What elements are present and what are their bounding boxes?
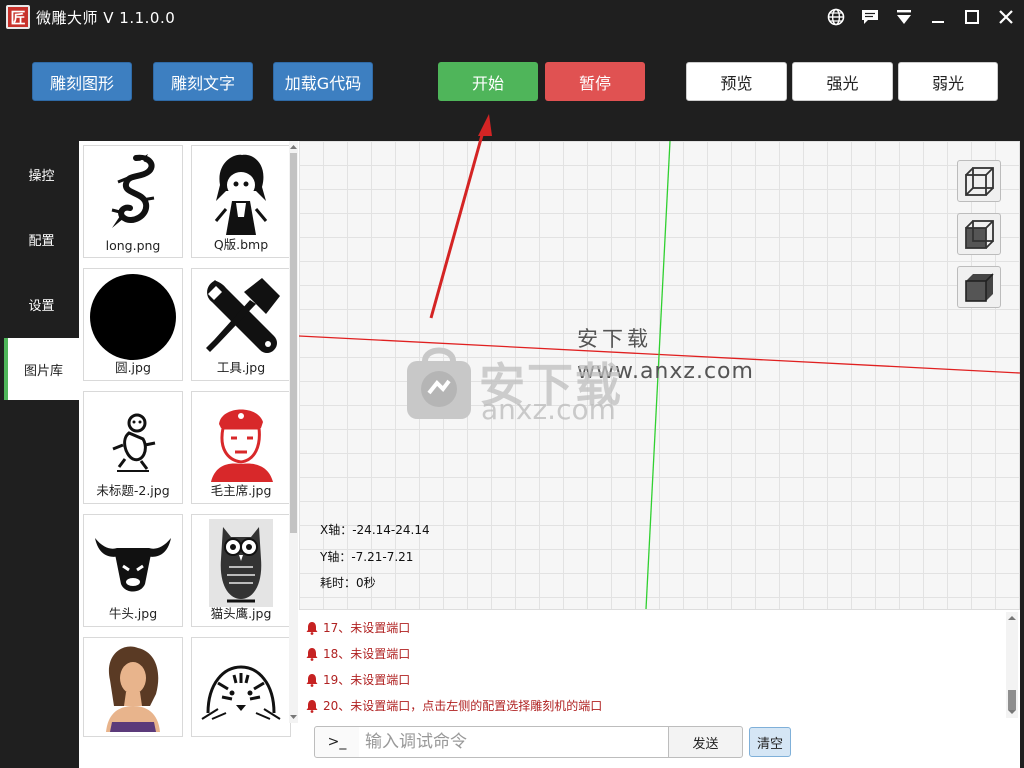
gallery-caption: 牛头.jpg [108,606,158,621]
terminal-prompt-icon: >_ [314,726,360,758]
bell-icon [306,673,318,687]
gallery-caption: Q版.bmp [213,237,269,252]
woman-photo-image [88,642,178,734]
send-button[interactable]: 发送 [668,726,743,758]
gallery-caption: 猫头鹰.jpg [210,606,272,621]
log-text: 19、未设置端口 [323,673,411,687]
window-title: 微雕大师 V 1.1.0.0 [36,8,176,27]
bell-icon [306,647,318,661]
clear-button[interactable]: 清空 [749,727,791,757]
tab-image-library[interactable]: 图片库 [4,338,79,400]
log-line: 20、未设置端口，点击左侧的配置选择雕刻机的端口 [305,697,602,714]
tools-image [196,273,286,361]
bull-head-image [88,519,178,607]
engraving-canvas[interactable]: 安下载 www.anxz.com 安下载 anxz.com [299,141,1020,609]
gallery-caption: 圆.jpg [115,360,151,375]
solid-cube-icon[interactable] [957,266,1001,308]
load-gcode-button[interactable]: 加载G代码 [273,62,373,101]
gallery-caption: 工具.jpg [216,360,266,375]
watermark-big-url: anxz.com [481,393,616,426]
gallery-item-portrait[interactable]: 毛主席.jpg [191,391,291,504]
weak-light-button[interactable]: 弱光 [898,62,998,101]
left-tab-bar: 操控 配置 设置 图片库 [0,141,79,768]
preview-button[interactable]: 预览 [686,62,787,101]
engrave-text-button[interactable]: 雕刻文字 [153,62,253,101]
dragon-image [88,150,178,238]
tiger-image [196,642,286,734]
log-text: 20、未设置端口，点击左侧的配置选择雕刻机的端口 [323,699,603,713]
wireframe-cube-icon[interactable] [957,160,1001,202]
gallery-item-untitled-2[interactable]: 未标题-2.jpg [83,391,183,504]
chat-icon[interactable] [858,5,882,29]
log-panel: 17、未设置端口 18、未设置端口 19、未设置端口 20、未设置端口，点击左侧… [299,609,1020,721]
log-text: 18、未设置端口 [323,647,411,661]
gallery-scrollbar[interactable] [289,141,298,723]
y-axis-range: Y轴：-7.21-7.21 [320,550,414,564]
circle-image [88,273,178,361]
strong-light-button[interactable]: 强光 [792,62,893,101]
gallery-item-owl[interactable]: 猫头鹰.jpg [191,514,291,627]
monkey-image [88,396,178,484]
pause-button[interactable]: 暂停 [545,62,645,101]
gallery-item-woman-photo[interactable] [83,637,183,737]
bell-icon [306,621,318,635]
elapsed-time: 耗时：0秒 [320,576,376,590]
app-logo: 匠 [6,5,30,29]
gallery-item-q-version[interactable]: Q版.bmp [191,145,291,258]
half-solid-cube-icon[interactable] [957,213,1001,255]
tab-config[interactable]: 配置 [4,208,79,270]
minimize-icon[interactable] [926,5,950,29]
dropdown-icon[interactable] [892,5,916,29]
log-scrollbar[interactable] [1006,612,1018,718]
gallery-item-tiger[interactable] [191,637,291,737]
log-text: 17、未设置端口 [323,621,411,635]
start-button[interactable]: 开始 [438,62,538,101]
gallery-item-long[interactable]: long.png [83,145,183,258]
engrave-shape-button[interactable]: 雕刻图形 [32,62,132,101]
image-gallery: long.png Q版.bmp 圆.jpg 工具.jpg 未标题-2.jpg 毛… [79,141,299,768]
tab-control[interactable]: 操控 [4,143,79,205]
log-line: 17、未设置端口 [305,619,410,636]
gallery-caption: 未标题-2.jpg [96,483,170,498]
title-bar: 匠 微雕大师 V 1.1.0.0 [0,0,1024,34]
owl-image [196,519,286,607]
watermark-logo-icon [403,341,475,421]
gallery-scrollbar-thumb[interactable] [290,153,297,533]
portrait-image [196,396,286,484]
gallery-caption: long.png [105,238,161,253]
gallery-caption: 毛主席.jpg [210,483,272,498]
gallery-item-tools[interactable]: 工具.jpg [191,268,291,381]
tab-settings[interactable]: 设置 [4,273,79,335]
gallery-item-bull-head[interactable]: 牛头.jpg [83,514,183,627]
close-icon[interactable] [994,5,1018,29]
command-bar: >_ 发送 清空 [299,721,1020,768]
x-axis-range: X轴：-24.14-24.14 [320,523,430,537]
window-controls [824,5,1018,29]
gallery-item-circle[interactable]: 圆.jpg [83,268,183,381]
globe-icon[interactable] [824,5,848,29]
log-line: 19、未设置端口 [305,671,410,688]
anime-girl-image [196,150,286,238]
log-line: 18、未设置端口 [305,645,410,662]
bell-icon [306,699,318,713]
debug-command-input[interactable] [359,726,669,758]
maximize-icon[interactable] [960,5,984,29]
